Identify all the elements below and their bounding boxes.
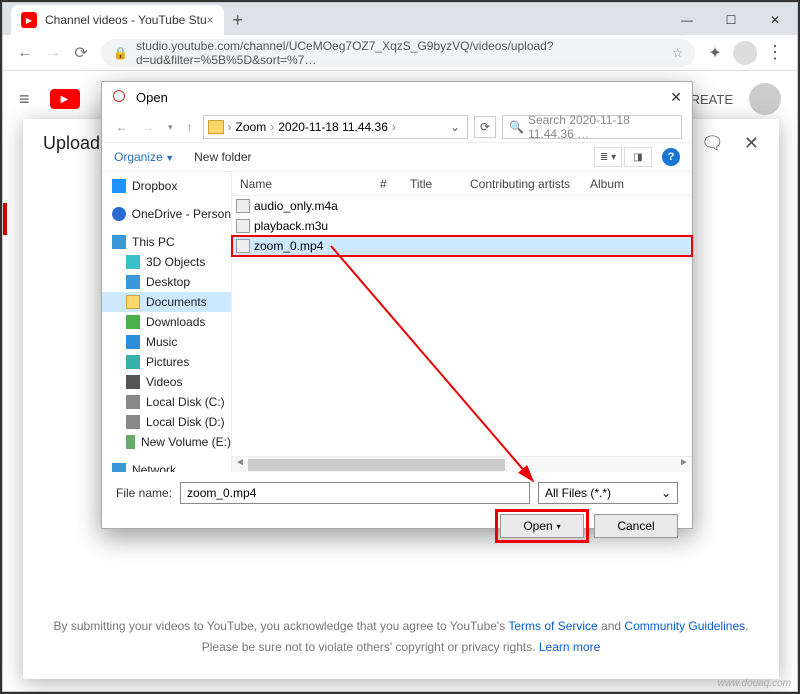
col-artists[interactable]: Contributing artists	[462, 177, 582, 191]
col-title[interactable]: Title	[402, 177, 462, 191]
tab-title: Channel videos - YouTube Stu	[45, 13, 207, 27]
new-tab-button[interactable]: +	[224, 10, 252, 35]
breadcrumb[interactable]: › Zoom › 2020-11-18 11.44.36 › ⌄	[203, 115, 468, 139]
profile-avatar[interactable]	[733, 41, 757, 65]
tree-desktop[interactable]: Desktop	[102, 272, 231, 292]
search-box[interactable]: 🔍 Search 2020-11-18 11.44.36 …	[502, 115, 682, 139]
file-row-selected[interactable]: zoom_0.mp4	[232, 236, 692, 256]
nav-back[interactable]: ←	[11, 44, 39, 62]
search-placeholder: Search 2020-11-18 11.44.36 …	[528, 113, 675, 141]
window-minimize[interactable]: —	[665, 5, 709, 35]
watermark: www.douaq.com	[718, 678, 791, 689]
tos-footer: By submitting your videos to YouTube, yo…	[23, 616, 779, 659]
folder-icon	[208, 120, 224, 134]
new-folder-button[interactable]: New folder	[194, 150, 251, 164]
tree-pictures[interactable]: Pictures	[102, 352, 231, 372]
refresh-button[interactable]: ⟳	[474, 116, 496, 138]
file-row[interactable]: playback.m3u	[232, 216, 692, 236]
file-open-dialog: Open ✕ ← → ▾ ↑ › Zoom › 2020-11-18 11.44…	[101, 81, 693, 529]
browser-tab[interactable]: ▶ Channel videos - YouTube Stu ×	[11, 5, 224, 35]
tree-onedrive[interactable]: OneDrive - Person	[102, 204, 231, 224]
file-icon	[236, 239, 250, 253]
tree-network[interactable]: Network	[102, 460, 231, 472]
nav-back-icon[interactable]: ←	[112, 120, 132, 134]
youtube-favicon: ▶	[21, 12, 37, 28]
feedback-icon[interactable]: 🗨	[701, 133, 724, 154]
chevron-down-icon: ⌄	[661, 486, 671, 500]
file-row[interactable]: audio_only.m4a	[232, 196, 692, 216]
crumb-2[interactable]: 2020-11-18 11.44.36	[278, 120, 388, 134]
nav-reload[interactable]: ⟳	[67, 43, 95, 63]
col-album[interactable]: Album	[582, 177, 642, 191]
crumb-dropdown-icon[interactable]: ⌄	[447, 120, 463, 134]
nav-forward: →	[39, 44, 67, 62]
col-num[interactable]: #	[372, 177, 402, 191]
dialog-close-icon[interactable]: ✕	[670, 89, 682, 106]
nav-forward-icon: →	[138, 120, 158, 134]
dialog-icon	[112, 89, 128, 105]
preview-pane-button[interactable]: ◨	[624, 147, 652, 167]
dialog-title: Open	[136, 90, 168, 105]
omnibox[interactable]: 🔒 studio.youtube.com/channel/UCeMOeg7OZ7…	[101, 39, 695, 67]
crumb-1[interactable]: Zoom	[236, 120, 267, 134]
help-icon[interactable]: ?	[662, 148, 680, 166]
sidebar-active-indicator	[3, 203, 7, 235]
file-icon	[236, 219, 250, 233]
chrome-menu-icon[interactable]: ⋮	[761, 42, 789, 63]
tree-newvolume-e[interactable]: New Volume (E:)	[102, 432, 231, 452]
filename-input[interactable]	[180, 482, 530, 504]
lock-icon: 🔒	[113, 46, 128, 60]
tos-link[interactable]: Terms of Service	[508, 619, 597, 633]
view-mode-button[interactable]: ≣ ▾	[594, 147, 622, 167]
horizontal-scrollbar[interactable]: ◄►	[232, 456, 692, 472]
organize-menu[interactable]: Organize	[114, 150, 174, 164]
nav-tree[interactable]: Dropbox OneDrive - Person This PC 3D Obj…	[102, 172, 232, 472]
chrome-titlebar: ▶ Channel videos - YouTube Stu × + — ☐ ✕	[3, 3, 797, 35]
col-name[interactable]: Name	[232, 177, 372, 191]
file-icon	[236, 199, 250, 213]
tree-downloads[interactable]: Downloads	[102, 312, 231, 332]
tab-close-icon[interactable]: ×	[207, 13, 214, 27]
filename-label: File name:	[116, 486, 172, 500]
open-button[interactable]: Open▾	[500, 514, 584, 538]
window-maximize[interactable]: ☐	[709, 5, 753, 35]
url-text: studio.youtube.com/channel/UCeMOeg7OZ7_X…	[136, 39, 672, 67]
learn-more-link[interactable]: Learn more	[539, 640, 600, 654]
search-icon: 🔍	[509, 120, 524, 134]
address-bar: ← → ⟳ 🔒 studio.youtube.com/channel/UCeMO…	[3, 35, 797, 71]
chrome-window: ▶ Channel videos - YouTube Stu × + — ☐ ✕…	[2, 2, 798, 692]
tree-3dobjects[interactable]: 3D Objects	[102, 252, 231, 272]
extensions-icon[interactable]: ✦	[701, 43, 729, 63]
column-headers[interactable]: Name # Title Contributing artists Album	[232, 172, 692, 196]
account-avatar[interactable]	[749, 83, 781, 115]
window-close[interactable]: ✕	[753, 5, 797, 35]
tree-thispc[interactable]: This PC	[102, 232, 231, 252]
tree-videos[interactable]: Videos	[102, 372, 231, 392]
upload-close-icon[interactable]: ✕	[744, 133, 759, 154]
tree-documents[interactable]: Documents	[102, 292, 231, 312]
tree-music[interactable]: Music	[102, 332, 231, 352]
hamburger-icon[interactable]: ≡	[19, 89, 30, 110]
star-icon[interactable]: ☆	[672, 46, 683, 60]
file-list: Name # Title Contributing artists Album …	[232, 172, 692, 472]
cancel-button[interactable]: Cancel	[594, 514, 678, 538]
tree-localdisk-d[interactable]: Local Disk (D:)	[102, 412, 231, 432]
tree-localdisk-c[interactable]: Local Disk (C:)	[102, 392, 231, 412]
nav-history-icon[interactable]: ▾	[164, 122, 177, 133]
tree-dropbox[interactable]: Dropbox	[102, 176, 231, 196]
nav-up-icon[interactable]: ↑	[183, 120, 197, 134]
guidelines-link[interactable]: Community Guidelines	[624, 619, 745, 633]
filetype-select[interactable]: All Files (*.*)⌄	[538, 482, 678, 504]
